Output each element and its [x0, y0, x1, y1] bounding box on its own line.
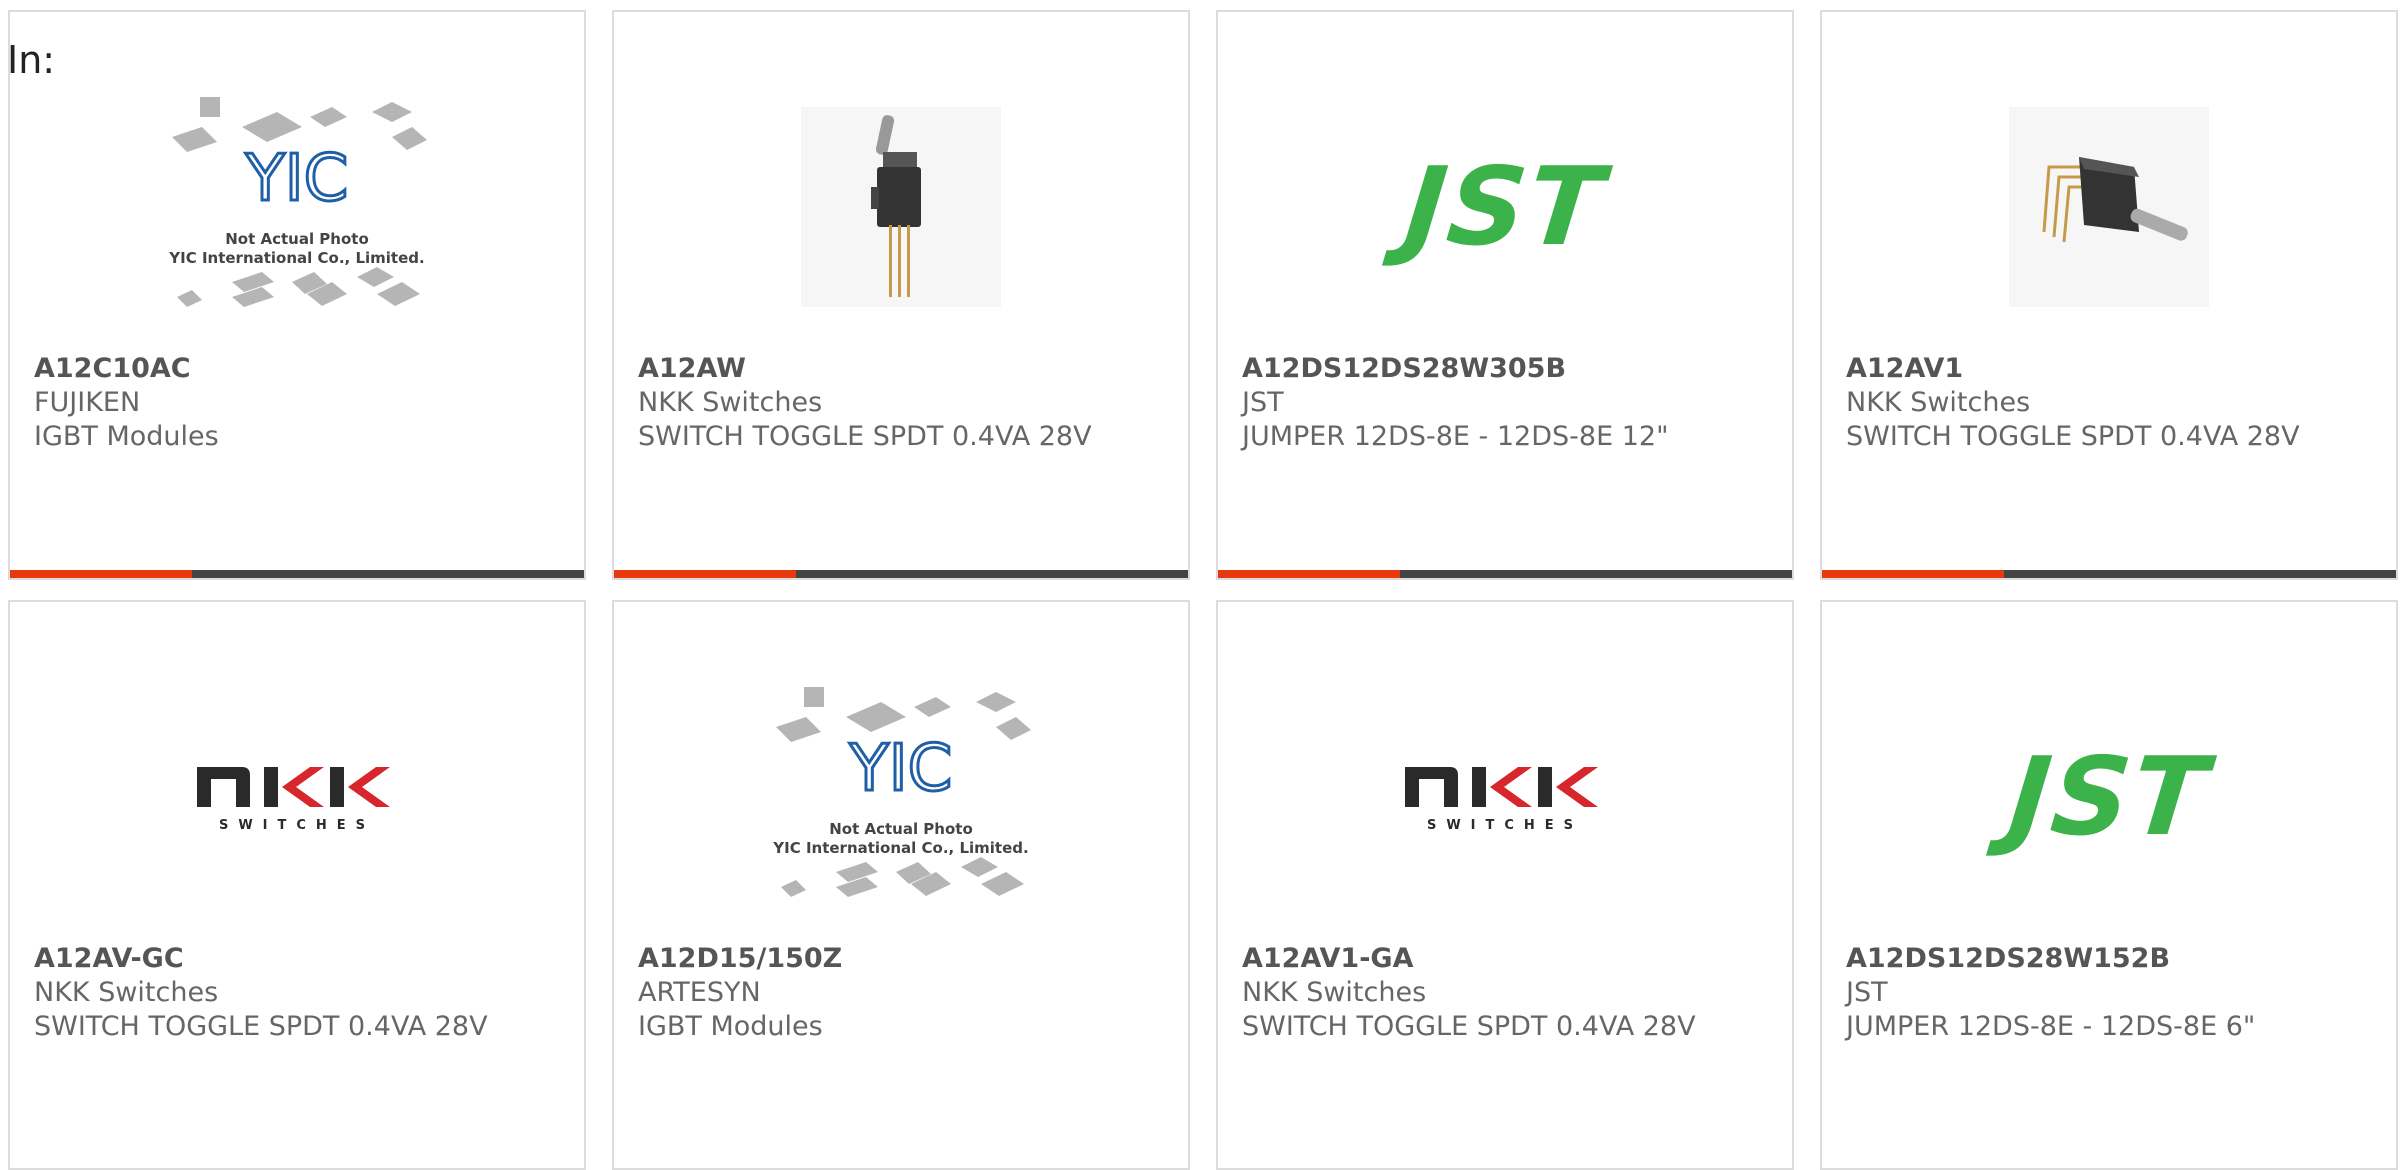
yic-placeholder-image: YIC Not Actual Photo YIC International C… [614, 662, 1188, 932]
product-card[interactable]: JST A12DS12DS28W152B JST JUMPER 12DS-8E … [1820, 600, 2398, 1170]
jst-logo: JST [1399, 144, 1611, 270]
part-number[interactable]: A12C10AC [34, 352, 564, 386]
part-number[interactable]: A12AV1 [1846, 352, 2376, 386]
card-bar-accent [614, 570, 796, 578]
description: IGBT Modules [34, 421, 219, 452]
nkk-logo: SWITCHES [1218, 662, 1792, 932]
card-bar [10, 570, 584, 578]
toggle-switch-photo [1822, 72, 2396, 342]
svg-text:Not Actual Photo: Not Actual Photo [225, 230, 369, 248]
in-label: In: [7, 38, 56, 82]
svg-text:YIC International Co., Limited: YIC International Co., Limited. [772, 839, 1028, 857]
card-bar [1218, 570, 1792, 578]
yic-placeholder-image: YIC Not Actual Photo YIC International C… [10, 72, 584, 342]
card-bar-accent [1218, 570, 1400, 578]
svg-text:SWITCHES: SWITCHES [219, 818, 375, 833]
description: JUMPER 12DS-8E - 12DS-8E 6" [1846, 1011, 2256, 1042]
jst-logo: JST [2003, 734, 2215, 860]
card-bar [1822, 570, 2396, 578]
description: SWITCH TOGGLE SPDT 0.4VA 28V [34, 1011, 488, 1042]
svg-text:YIC: YIC [245, 142, 349, 216]
product-grid: YIC Not Actual Photo YIC International C… [8, 10, 2398, 1170]
description: SWITCH TOGGLE SPDT 0.4VA 28V [638, 421, 1092, 452]
description: SWITCH TOGGLE SPDT 0.4VA 28V [1242, 1011, 1696, 1042]
manufacturer: NKK Switches [1242, 977, 1427, 1008]
manufacturer: JST [1846, 977, 1888, 1008]
product-card[interactable]: A12AV1 NKK Switches SWITCH TOGGLE SPDT 0… [1820, 10, 2398, 580]
card-bar [614, 570, 1188, 578]
product-card[interactable]: YIC Not Actual Photo YIC International C… [8, 10, 586, 580]
description: SWITCH TOGGLE SPDT 0.4VA 28V [1846, 421, 2300, 452]
description: IGBT Modules [638, 1011, 823, 1042]
manufacturer: FUJIKEN [34, 387, 141, 418]
description: JUMPER 12DS-8E - 12DS-8E 12" [1242, 421, 1669, 452]
manufacturer: ARTESYN [638, 977, 761, 1008]
product-card[interactable]: A12AW NKK Switches SWITCH TOGGLE SPDT 0.… [612, 10, 1190, 580]
manufacturer: NKK Switches [1846, 387, 2031, 418]
product-card[interactable]: YIC Not Actual Photo YIC International C… [612, 600, 1190, 1170]
svg-text:SWITCHES: SWITCHES [1427, 818, 1583, 833]
svg-text:YIC International Co., Limited: YIC International Co., Limited. [168, 249, 424, 267]
part-number[interactable]: A12D15/150Z [638, 942, 1168, 976]
toggle-switch-photo [614, 72, 1188, 342]
part-number[interactable]: A12DS12DS28W152B [1846, 942, 2376, 976]
manufacturer: NKK Switches [638, 387, 823, 418]
product-card[interactable]: SWITCHES A12AV-GC NKK Switches SWITCH TO… [8, 600, 586, 1170]
svg-text:YIC: YIC [849, 732, 953, 806]
part-number[interactable]: A12AV1-GA [1242, 942, 1772, 976]
nkk-logo: SWITCHES [10, 662, 584, 932]
product-card[interactable]: JST A12DS12DS28W305B JST JUMPER 12DS-8E … [1216, 10, 1794, 580]
card-bar-accent [10, 570, 192, 578]
part-number[interactable]: A12DS12DS28W305B [1242, 352, 1772, 386]
card-bar-accent [1822, 570, 2004, 578]
manufacturer: JST [1242, 387, 1284, 418]
manufacturer: NKK Switches [34, 977, 219, 1008]
part-number[interactable]: A12AW [638, 352, 1168, 386]
part-number[interactable]: A12AV-GC [34, 942, 564, 976]
product-card[interactable]: SWITCHES A12AV1-GA NKK Switches SWITCH T… [1216, 600, 1794, 1170]
svg-text:Not Actual Photo: Not Actual Photo [829, 820, 973, 838]
